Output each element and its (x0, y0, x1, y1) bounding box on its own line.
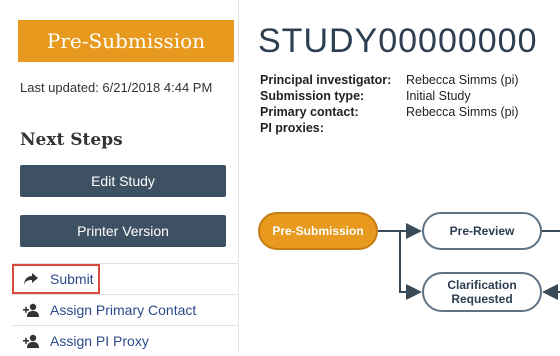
edit-study-button[interactable]: Edit Study (20, 165, 226, 197)
meta-value: Initial Study (406, 89, 471, 103)
meta-row-primary-contact: Primary contact: Rebecca Simms (pi) (260, 104, 519, 120)
workflow-node-clarification-requested: Clarification Requested (422, 272, 542, 312)
last-updated: Last updated: 6/21/2018 4:44 PM (20, 80, 212, 95)
submit-label: Submit (50, 271, 94, 287)
submit-action[interactable]: Submit (12, 263, 238, 294)
study-meta: Principal investigator: Rebecca Simms (p… (260, 72, 519, 136)
meta-value: Rebecca Simms (pi) (406, 73, 519, 87)
assign-pi-proxy-label: Assign PI Proxy (50, 333, 149, 349)
workflow-node-pre-submission: Pre-Submission (258, 212, 378, 250)
workflow-diagram: Pre-Submission Pre-Review Clarification … (240, 190, 560, 350)
meta-value: Rebecca Simms (pi) (406, 105, 519, 119)
last-updated-label: Last updated: (20, 80, 99, 95)
assign-primary-contact-label: Assign Primary Contact (50, 302, 197, 318)
status-banner: Pre-Submission (18, 20, 234, 62)
assign-primary-contact-action[interactable]: Assign Primary Contact (12, 294, 238, 325)
meta-label: Principal investigator: (260, 73, 392, 87)
meta-row-submission-type: Submission type: Initial Study (260, 88, 519, 104)
meta-label: PI proxies: (260, 121, 324, 135)
action-list: Submit Assign Primary Contact Assign PI … (12, 263, 238, 356)
share-arrow-icon (20, 272, 42, 286)
printer-version-button[interactable]: Printer Version (20, 215, 226, 247)
column-divider (238, 0, 239, 353)
meta-label: Primary contact: (260, 105, 359, 119)
meta-row-pi: Principal investigator: Rebecca Simms (p… (260, 72, 519, 88)
assign-pi-proxy-action[interactable]: Assign PI Proxy (12, 325, 238, 356)
next-steps-heading: Next Steps (20, 130, 123, 150)
left-panel: Pre-Submission Last updated: 6/21/2018 4… (0, 0, 238, 353)
page-title: STUDY00000000 (258, 22, 538, 60)
meta-label: Submission type: (260, 89, 365, 103)
add-user-icon (20, 334, 42, 348)
meta-row-pi-proxies: PI proxies: (260, 120, 519, 136)
workflow-node-pre-review: Pre-Review (422, 212, 542, 250)
last-updated-value: 6/21/2018 4:44 PM (102, 80, 213, 95)
add-user-icon (20, 303, 42, 317)
